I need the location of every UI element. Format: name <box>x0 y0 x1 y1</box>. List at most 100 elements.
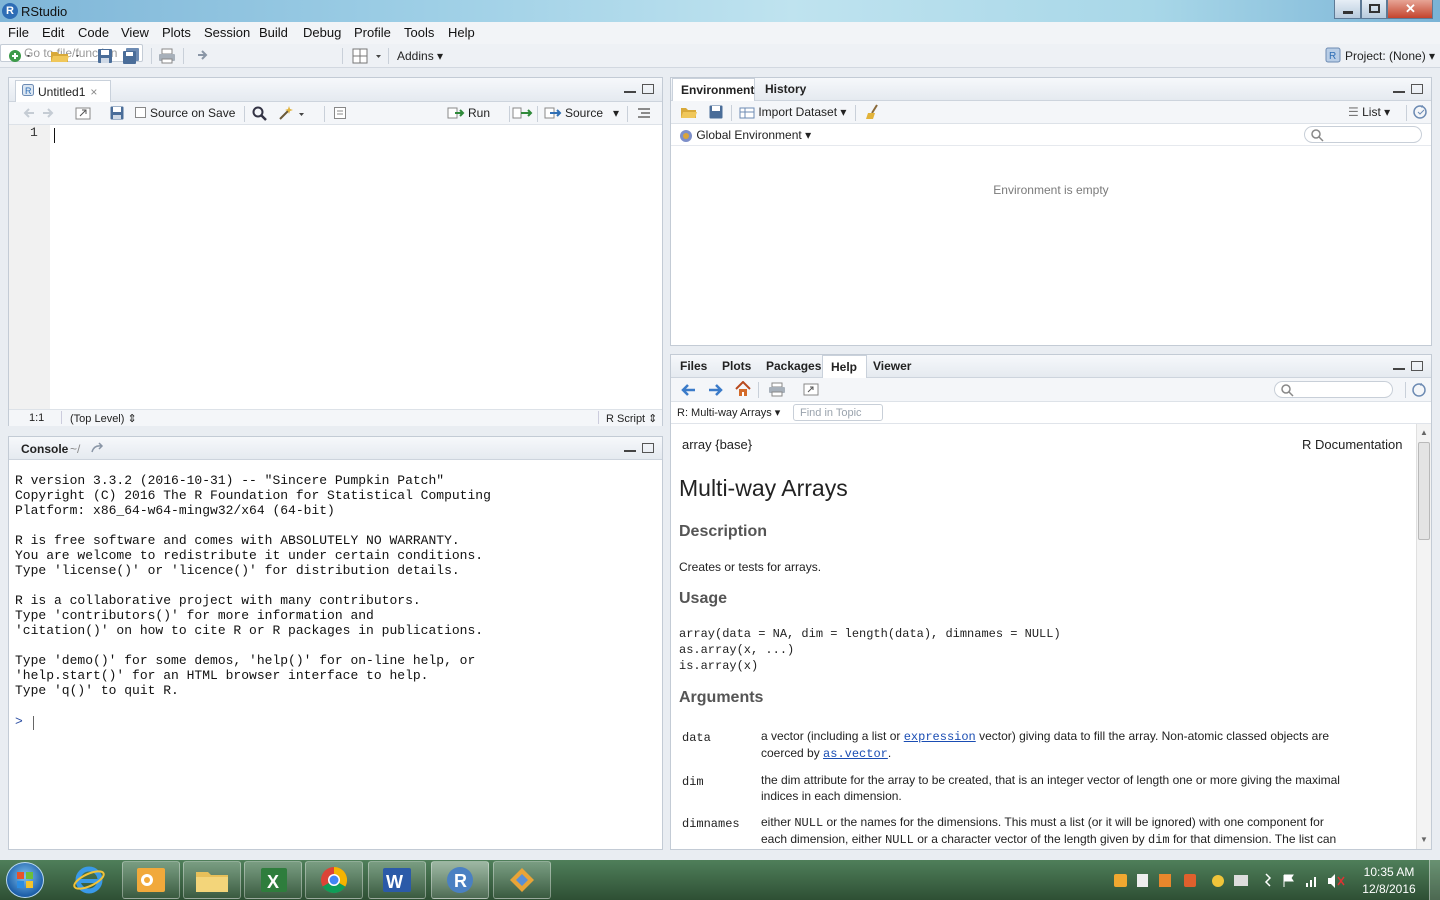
file-type-selector[interactable]: R Script ⇕ <box>606 412 657 425</box>
outlook-taskbar-button[interactable] <box>122 861 180 899</box>
help-usage-line: as.array(x, ...) <box>679 643 795 657</box>
tab-files[interactable]: Files <box>680 359 707 373</box>
tab-environment[interactable]: Environment <box>672 78 755 101</box>
help-forward-icon[interactable] <box>708 383 724 397</box>
help-back-icon[interactable] <box>680 383 696 397</box>
tab-history[interactable]: History <box>765 82 806 96</box>
minimize-pane-icon[interactable] <box>624 91 636 93</box>
minimize-window-button[interactable] <box>1334 0 1361 19</box>
menu-help[interactable]: Help <box>448 25 475 40</box>
source-dropdown-icon[interactable]: ▾ <box>613 106 619 120</box>
menu-profile[interactable]: Profile <box>354 25 391 40</box>
refresh-env-icon[interactable] <box>1412 104 1428 120</box>
menu-build[interactable]: Build <box>259 25 288 40</box>
internet-explorer-icon[interactable] <box>72 864 106 896</box>
menu-view[interactable]: View <box>121 25 149 40</box>
find-in-topic-input[interactable]: Find in Topic <box>793 404 883 421</box>
back-arrow-icon[interactable] <box>22 107 36 119</box>
chrome-taskbar-button[interactable] <box>305 861 363 899</box>
find-replace-icon[interactable] <box>252 106 267 121</box>
clock-date[interactable]: 12/8/2016 <box>1362 882 1416 896</box>
tray-icons <box>1114 873 1354 889</box>
tab-plots[interactable]: Plots <box>722 359 751 373</box>
minimize-env-icon[interactable] <box>1393 91 1405 93</box>
source-on-save-checkbox[interactable] <box>135 107 146 118</box>
close-tab-icon[interactable]: × <box>90 85 97 99</box>
refresh-help-icon[interactable] <box>1411 382 1427 398</box>
minimize-help-icon[interactable] <box>1393 368 1405 370</box>
menu-file[interactable]: File <box>8 25 29 40</box>
tab-viewer[interactable]: Viewer <box>873 359 911 373</box>
show-in-window-icon[interactable] <box>75 106 91 120</box>
menu-debug[interactable]: Debug <box>303 25 341 40</box>
rstudio-logo-icon: R <box>2 3 18 19</box>
global-environment-selector[interactable]: Global Environment ▾ <box>679 128 811 143</box>
document-outline-icon[interactable] <box>637 107 651 119</box>
arg-desc-dim-cont: indices in each dimension. <box>761 789 902 803</box>
help-popout-icon[interactable] <box>803 383 819 396</box>
tab-help[interactable]: Help <box>822 355 867 378</box>
maximize-help-icon[interactable] <box>1411 361 1423 371</box>
word-taskbar-button[interactable]: W <box>368 861 426 899</box>
tab-packages[interactable]: Packages <box>766 359 821 373</box>
menu-bar: File Edit Code View Plots Session Build … <box>0 22 1440 44</box>
show-desktop-button[interactable] <box>1429 860 1440 900</box>
pane-layout-icon[interactable] <box>352 48 384 64</box>
run-button[interactable]: Run <box>447 105 490 121</box>
editor-tabstrip: Untitled1 × R <box>9 78 662 102</box>
save-workspace-icon[interactable] <box>709 105 723 119</box>
go-to-directory-icon[interactable] <box>91 442 105 454</box>
maximize-env-icon[interactable] <box>1411 84 1423 94</box>
maximize-console-icon[interactable] <box>642 443 654 453</box>
maximize-window-button[interactable] <box>1361 0 1387 19</box>
load-workspace-icon[interactable] <box>680 105 698 119</box>
console-line: R is free software and comes with ABSOLU… <box>15 533 460 548</box>
rerun-icon[interactable] <box>512 106 534 120</box>
help-scrollbar-thumb[interactable] <box>1418 442 1430 540</box>
save-icon[interactable] <box>97 48 113 64</box>
app-taskbar-button[interactable] <box>493 861 551 899</box>
maximize-pane-icon[interactable] <box>642 84 654 94</box>
help-home-icon[interactable] <box>735 381 751 397</box>
save-all-icon[interactable] <box>122 48 142 64</box>
console-output[interactable]: R version 3.3.2 (2016-10-31) -- "Sincere… <box>9 460 662 849</box>
help-scrollbar[interactable]: ▲ ▼ <box>1416 424 1431 849</box>
start-button[interactable] <box>6 862 44 898</box>
open-file-icon[interactable] <box>50 48 84 64</box>
list-view-toggle[interactable]: ☰ List ▾ <box>1348 105 1390 119</box>
code-tools-icon[interactable] <box>278 105 306 121</box>
help-topic-selector[interactable]: R: Multi-way Arrays ▾ <box>677 406 780 419</box>
menu-edit[interactable]: Edit <box>42 25 64 40</box>
close-window-button[interactable]: ✕ <box>1387 0 1433 19</box>
arg-desc-dimnames: either NULL or the names for the dimensi… <box>761 815 1324 830</box>
help-search-input[interactable] <box>1274 381 1393 398</box>
forward-arrow-icon[interactable] <box>41 107 55 119</box>
excel-taskbar-button[interactable]: X <box>244 861 302 899</box>
expression-link[interactable]: expression <box>904 730 976 744</box>
import-dataset-button[interactable]: Import Dataset ▾ <box>739 105 846 120</box>
source-button[interactable]: Source <box>544 105 603 121</box>
project-menu[interactable]: Project: (None) ▾ <box>1345 49 1435 63</box>
svg-text:R: R <box>1329 51 1336 62</box>
help-print-icon[interactable] <box>768 382 786 397</box>
print-icon[interactable] <box>158 48 176 64</box>
editor-save-icon[interactable] <box>110 106 124 120</box>
new-file-icon[interactable] <box>7 48 33 64</box>
code-editor-area[interactable] <box>50 125 662 410</box>
menu-code[interactable]: Code <box>78 25 109 40</box>
compile-report-icon[interactable] <box>333 106 347 120</box>
rstudio-taskbar-button[interactable]: R <box>431 861 489 899</box>
scope-selector[interactable]: (Top Level) ⇕ <box>70 412 137 425</box>
source-editor-pane: Untitled1 × R Source on Save Run Source ▾… <box>8 77 663 426</box>
environment-search-input[interactable] <box>1304 126 1422 143</box>
console-prompt: > <box>15 714 23 729</box>
clock-time[interactable]: 10:35 AM <box>1362 865 1416 879</box>
menu-session[interactable]: Session <box>204 25 250 40</box>
explorer-taskbar-button[interactable] <box>183 861 241 899</box>
clear-workspace-icon[interactable] <box>865 104 881 120</box>
menu-tools[interactable]: Tools <box>404 25 434 40</box>
as-vector-link[interactable]: as.vector <box>823 747 888 761</box>
minimize-console-icon[interactable] <box>624 450 636 452</box>
menu-plots[interactable]: Plots <box>162 25 191 40</box>
addins-menu[interactable]: Addins ▾ <box>397 49 443 63</box>
